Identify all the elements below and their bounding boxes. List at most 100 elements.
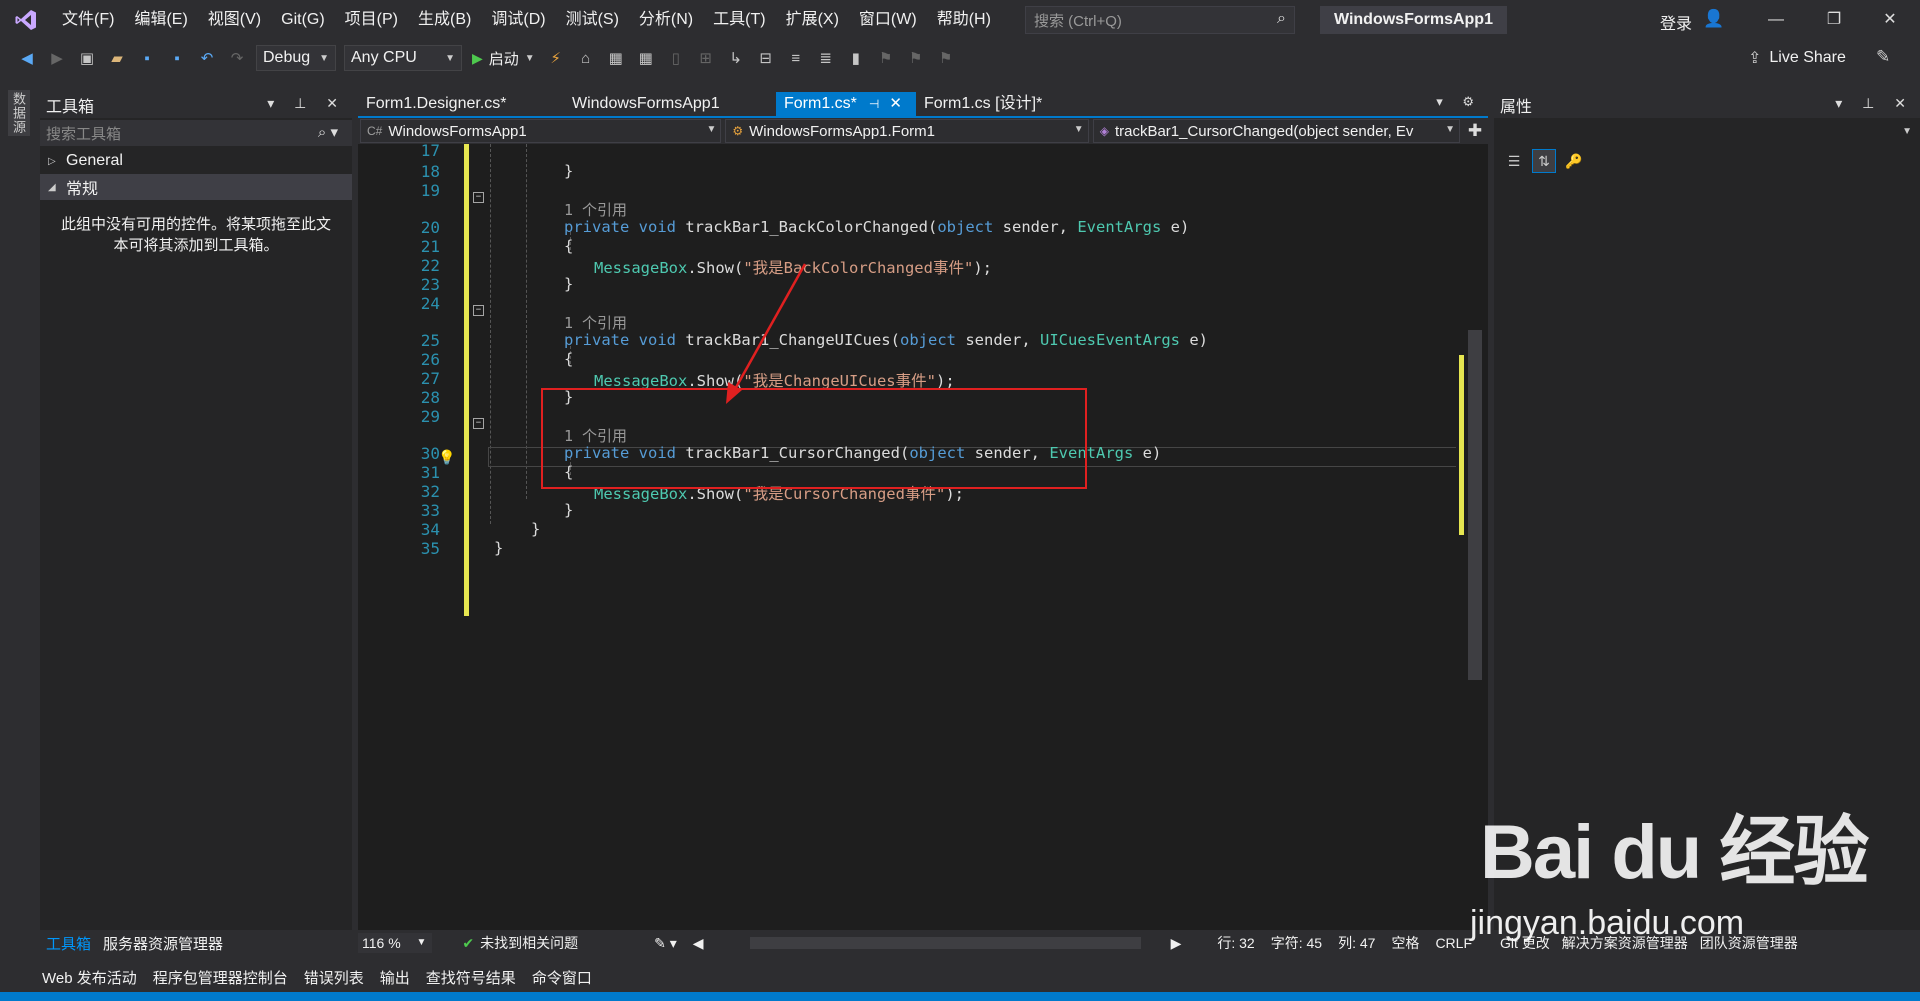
tab-package-manager-console[interactable]: 程序包管理器控制台	[145, 967, 296, 988]
menu-build[interactable]: 生成(B)	[408, 0, 481, 40]
tab-error-list[interactable]: 错误列表	[296, 967, 372, 988]
account-icon[interactable]: 👤	[1703, 9, 1724, 29]
tab-form1-cs[interactable]: Form1.cs* ⊣ ✕	[776, 92, 916, 116]
live-share-button[interactable]: ⇪ Live Share	[1748, 48, 1846, 68]
categorized-icon[interactable]: ☰	[1502, 149, 1526, 173]
platform-select[interactable]: Any CPU ▼	[344, 45, 462, 71]
tab-server-explorer[interactable]: 服务器资源管理器	[97, 933, 229, 954]
tab-label: Form1.Designer.cs*	[366, 95, 507, 112]
project-select[interactable]: C# WindowsFormsApp1 ▼	[360, 119, 722, 143]
editor-status-bar: 116 % ▼ ✔ 未找到相关问题 ✎ ▾ ◀ ▶ 行: 32 字符: 45 列…	[358, 932, 1488, 954]
start-label: 启动	[488, 50, 519, 68]
menu-help[interactable]: 帮助(H)	[927, 0, 1001, 40]
hot-reload-icon[interactable]: ⚡	[543, 45, 569, 71]
tab-form1-design[interactable]: Form1.cs [设计]*	[916, 92, 1050, 116]
pin-icon[interactable]: ⊣	[869, 92, 879, 116]
feedback-icon[interactable]: ✎	[1876, 47, 1890, 67]
scrollbar-change-marker	[1459, 355, 1464, 535]
property-pages-icon[interactable]: 🔑	[1562, 149, 1586, 173]
menu-edit[interactable]: 编辑(E)	[124, 0, 197, 40]
rebuild-icon[interactable]: ▦	[633, 45, 659, 71]
new-project-icon[interactable]: ▣	[74, 45, 100, 71]
toolbox-group-general[interactable]: ▷ General	[40, 148, 352, 174]
tab-find-symbol-results[interactable]: 查找符号结果	[418, 967, 524, 988]
line-ending-indicator[interactable]: CRLF	[1435, 935, 1472, 951]
align-icon[interactable]: ⊞	[693, 45, 719, 71]
menu-view[interactable]: 视图(V)	[198, 0, 271, 40]
issues-indicator[interactable]: ✔ 未找到相关问题	[462, 933, 578, 953]
bottom-tool-window-tabs: Web 发布活动 程序包管理器控制台 错误列表 输出 查找符号结果 命令窗口	[0, 964, 1920, 990]
toolbox-panel: 工具箱 ▾ ⊥ ✕ 搜索工具箱 ⌕ ▾ ▷ General ◢ 常规 此组中没有…	[40, 92, 352, 930]
menu-test[interactable]: 测试(S)	[556, 0, 629, 40]
scroll-right-icon[interactable]: ▶	[1171, 935, 1182, 952]
code-cleanup-icon[interactable]: ✎ ▾	[654, 935, 677, 952]
panel-pin-close-icon[interactable]: ▾ ⊥ ✕	[267, 95, 346, 112]
chevron-down-icon: ◢	[48, 181, 56, 193]
minimize-icon[interactable]: —	[1748, 0, 1804, 40]
panel-pin-close-icon[interactable]: ▾ ⊥ ✕	[1835, 95, 1914, 112]
tab-overflow-icon[interactable]: ▾ ⚙	[1436, 94, 1482, 110]
properties-title: 属性	[1500, 99, 1533, 116]
browser-link-icon[interactable]: ⌂	[573, 45, 599, 71]
tab-toolbox[interactable]: 工具箱	[40, 933, 97, 954]
code-text-area[interactable]: 17 18 19 20 21 22 23 24 25 26 27 28 29 3…	[386, 144, 1456, 930]
scrollbar-thumb[interactable]	[1468, 330, 1482, 680]
close-tab-icon[interactable]: ✕	[889, 92, 902, 116]
login-link[interactable]: 登录	[1660, 10, 1692, 34]
scroll-left-icon[interactable]: ◀	[693, 935, 704, 952]
menu-extensions[interactable]: 扩展(X)	[776, 0, 849, 40]
menu-tools[interactable]: 工具(T)	[703, 0, 775, 40]
visual-studio-logo-icon	[0, 0, 52, 40]
toolbox-group-common[interactable]: ◢ 常规	[40, 174, 352, 200]
tab-windowsformsapp1[interactable]: WindowsFormsApp1	[564, 92, 776, 116]
prev-bookmark-icon[interactable]: ⚑	[873, 45, 899, 71]
save-icon[interactable]: ▪	[134, 45, 160, 71]
start-debug-button[interactable]: ▶ 启动 ▼	[472, 48, 535, 69]
menu-analyze[interactable]: 分析(N)	[629, 0, 703, 40]
class-select[interactable]: ⚙ WindowsFormsApp1.Form1 ▼	[725, 119, 1089, 143]
status-strip	[0, 992, 1920, 1001]
horizontal-scrollbar[interactable]	[749, 937, 1141, 949]
class-icon: ⚙	[732, 124, 744, 138]
tab-form1-designer[interactable]: Form1.Designer.cs*	[358, 92, 564, 116]
uncomment-icon[interactable]: ≣	[813, 45, 839, 71]
clear-bookmark-icon[interactable]: ⚑	[933, 45, 959, 71]
toolbox-search-input[interactable]: 搜索工具箱 ⌕ ▾	[40, 120, 352, 146]
back-icon[interactable]: ◀	[14, 45, 40, 71]
data-sources-tab[interactable]: 数据源	[8, 90, 30, 136]
class-value: WindowsFormsApp1.Form1	[749, 122, 936, 140]
menu-project[interactable]: 项目(P)	[335, 0, 408, 40]
menu-file[interactable]: 文件(F)	[52, 0, 124, 40]
split-editor-icon[interactable]: ✚	[1462, 119, 1488, 143]
comment-icon[interactable]: ≡	[783, 45, 809, 71]
search-icon: ⌕	[1277, 10, 1286, 27]
member-select[interactable]: ◈ trackBar1_CursorChanged(object sender,…	[1092, 119, 1461, 143]
close-window-icon[interactable]: ✕	[1862, 0, 1918, 40]
search-placeholder: 搜索 (Ctrl+Q)	[1034, 12, 1122, 30]
menu-window[interactable]: 窗口(W)	[849, 0, 927, 40]
build-icon[interactable]: ▦	[603, 45, 629, 71]
object-select[interactable]: ▼	[1494, 120, 1920, 144]
forward-icon[interactable]: ▶	[44, 45, 70, 71]
next-bookmark-icon[interactable]: ⚑	[903, 45, 929, 71]
redo-icon[interactable]: ↷	[224, 45, 250, 71]
whitespace-indicator[interactable]: 空格	[1391, 933, 1419, 953]
bookmark-icon[interactable]: ▮	[843, 45, 869, 71]
open-file-icon[interactable]: ▰	[104, 45, 130, 71]
clean-icon[interactable]: ▯	[663, 45, 689, 71]
menu-git[interactable]: Git(G)	[271, 0, 335, 40]
menu-debug[interactable]: 调试(D)	[481, 0, 555, 40]
chevron-down-icon: ▼	[445, 52, 455, 64]
restore-icon[interactable]: ❐	[1806, 0, 1862, 40]
format-icon[interactable]: ⊟	[753, 45, 779, 71]
undo-icon[interactable]: ↶	[194, 45, 220, 71]
zoom-select[interactable]: 116 % ▼	[358, 933, 433, 953]
step-icon[interactable]: ↳	[723, 45, 749, 71]
alphabetical-icon[interactable]: ⇅	[1532, 149, 1556, 173]
save-all-icon[interactable]: ▪	[164, 45, 190, 71]
tab-output[interactable]: 输出	[372, 967, 418, 988]
tab-web-publish[interactable]: Web 发布活动	[34, 967, 145, 988]
tab-command-window[interactable]: 命令窗口	[524, 967, 600, 988]
global-search-input[interactable]: 搜索 (Ctrl+Q) ⌕	[1025, 6, 1295, 34]
solution-config-select[interactable]: Debug ▼	[256, 45, 336, 71]
